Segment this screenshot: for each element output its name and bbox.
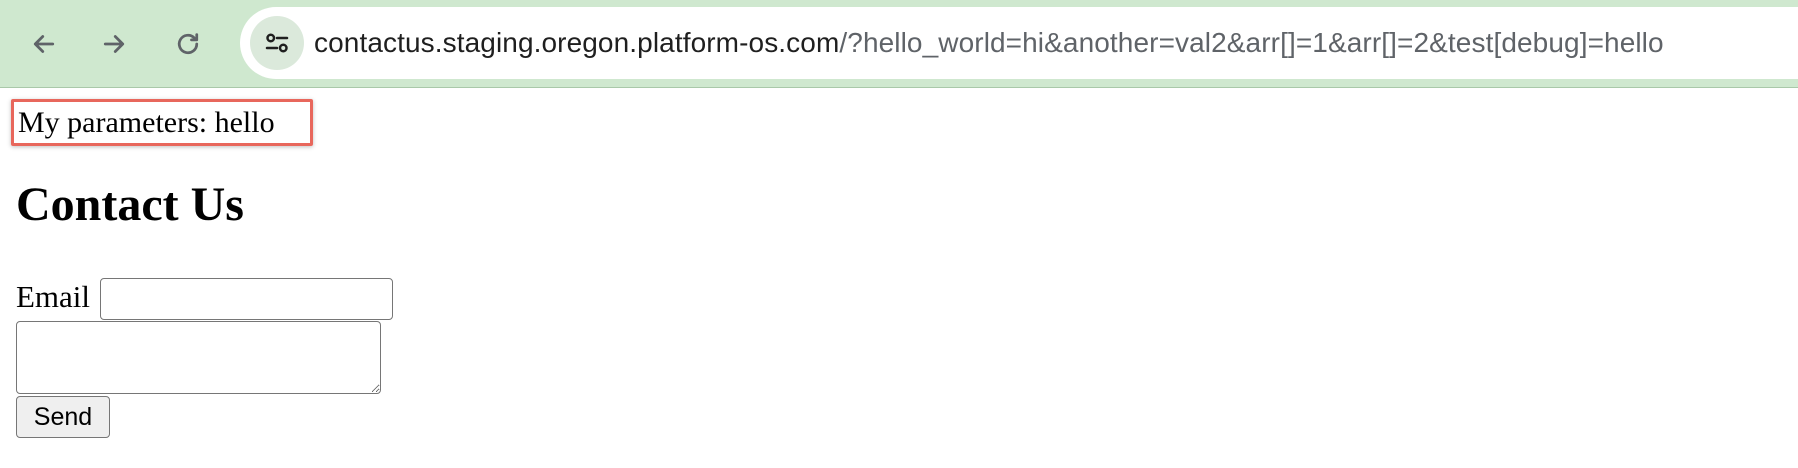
- tune-icon: [265, 33, 289, 53]
- arrow-left-icon: [33, 35, 55, 53]
- url-host: contactus.staging.oregon.platform-os.com: [314, 27, 840, 58]
- email-field[interactable]: [100, 278, 393, 320]
- message-textarea[interactable]: [16, 321, 381, 394]
- page-title: Contact Us: [16, 178, 244, 231]
- send-button[interactable]: Send: [16, 396, 110, 438]
- reload-button[interactable]: [166, 22, 210, 66]
- arrow-right-icon: [103, 35, 125, 53]
- forward-button[interactable]: [92, 22, 136, 66]
- site-info-button[interactable]: [250, 16, 304, 70]
- browser-toolbar: contactus.staging.oregon.platform-os.com…: [0, 0, 1798, 88]
- page-content: My parameters: hello Contact Us Email Se…: [0, 89, 1798, 468]
- parameters-output: My parameters: hello: [11, 99, 313, 146]
- reload-icon: [177, 33, 199, 55]
- url-text[interactable]: contactus.staging.oregon.platform-os.com…: [314, 7, 1664, 79]
- email-label: Email: [16, 279, 91, 314]
- back-button[interactable]: [22, 22, 66, 66]
- url-path-query: /?hello_world=hi&another=val2&arr[]=1&ar…: [839, 27, 1664, 58]
- address-bar[interactable]: contactus.staging.oregon.platform-os.com…: [240, 7, 1798, 79]
